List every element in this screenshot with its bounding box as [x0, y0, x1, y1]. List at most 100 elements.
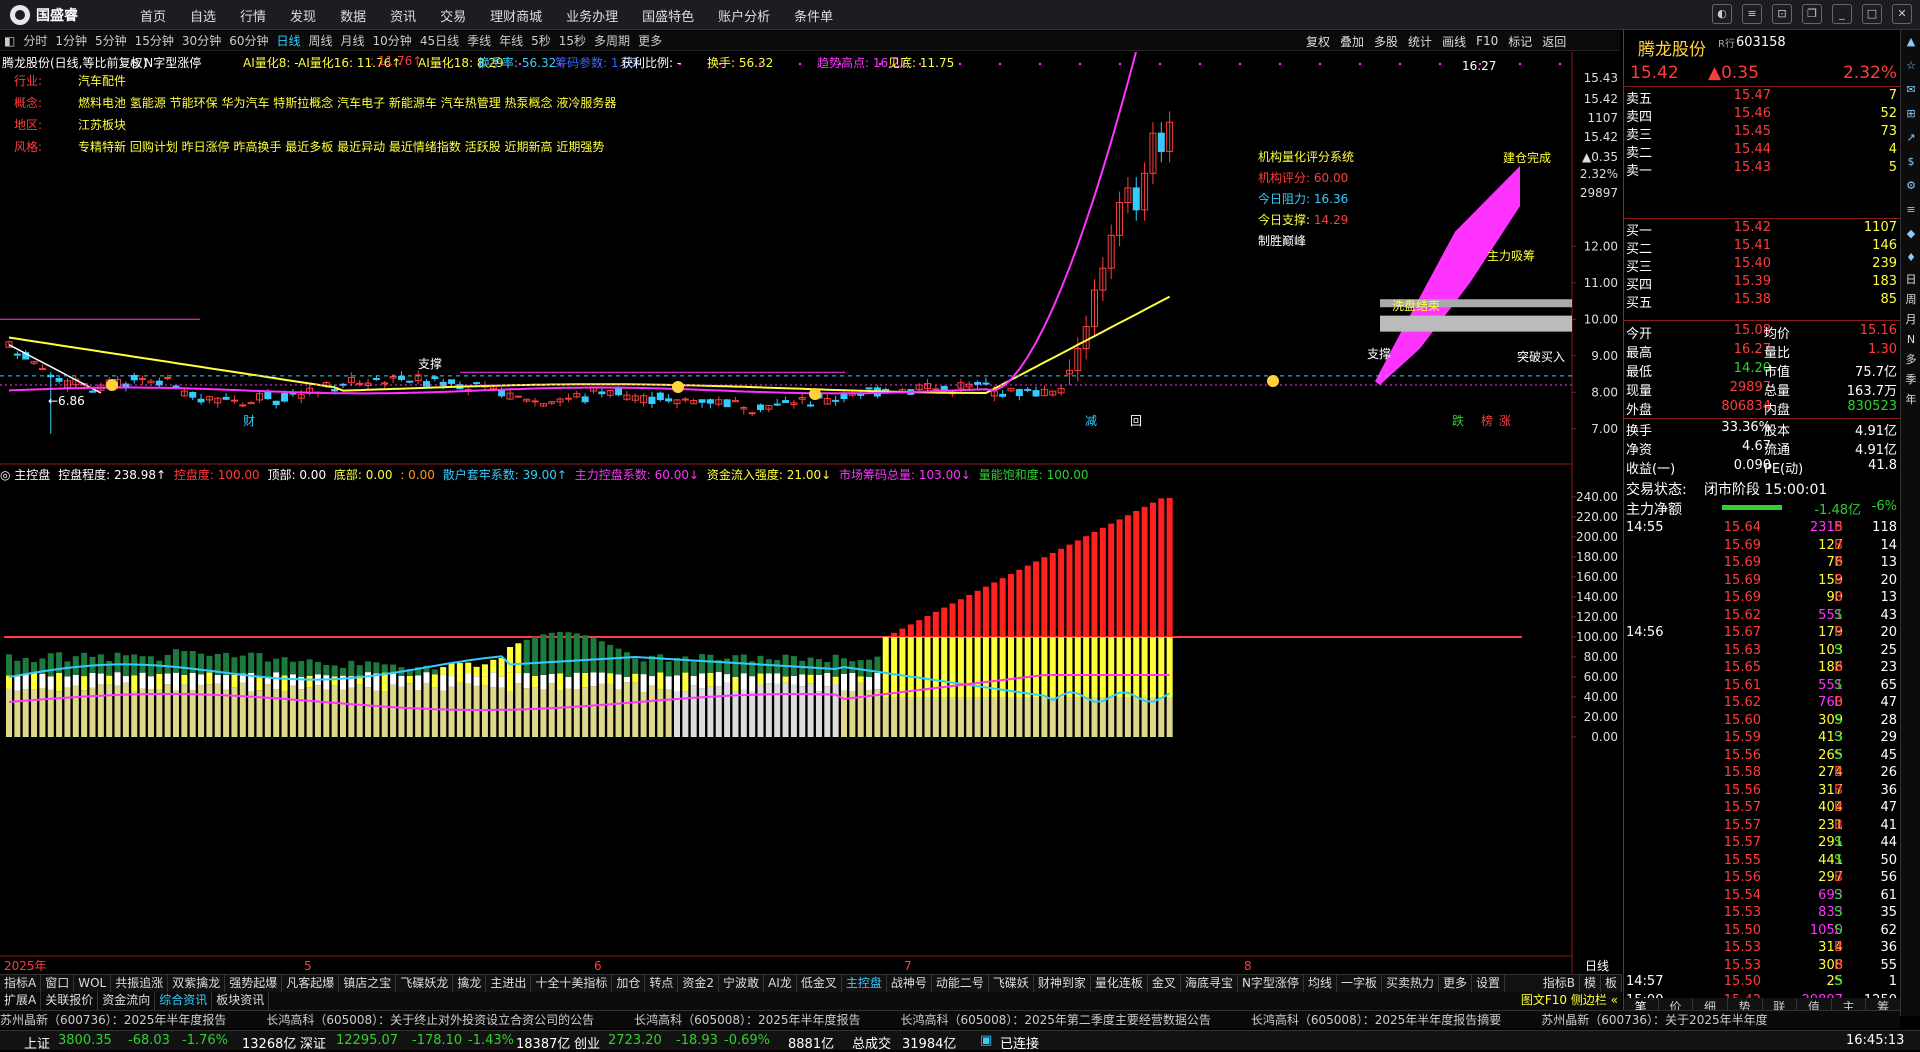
ind-tab-30[interactable]: 更多: [1439, 975, 1472, 992]
nav-item-11[interactable]: 条件单: [794, 6, 833, 25]
side-icon-3[interactable]: ⊞: [1901, 102, 1920, 126]
ind-tab-31[interactable]: 设置: [1472, 975, 1506, 992]
indicator-title[interactable]: ◎ 主控盘: [0, 468, 50, 482]
tool-3[interactable]: 统计: [1408, 33, 1432, 50]
ind-tab-5[interactable]: 强势起爆: [225, 975, 283, 992]
news-item-3[interactable]: 长鸿高科（605008）：2025年第二季度主要经营数据公告: [901, 1013, 1211, 1027]
period-11[interactable]: 季线: [467, 32, 491, 49]
ind-tab-right-1[interactable]: 模: [1580, 975, 1601, 992]
side-icon-7[interactable]: ≡: [1901, 198, 1920, 222]
period-12[interactable]: 年线: [499, 32, 523, 49]
ind-tab-16[interactable]: AI龙: [764, 975, 797, 992]
ind-tab-14[interactable]: 资金2: [678, 975, 720, 992]
side-icon-6[interactable]: ⚙: [1901, 174, 1920, 198]
period-7[interactable]: 周线: [309, 32, 333, 49]
period-3[interactable]: 15分钟: [135, 32, 174, 49]
ind-tab-26[interactable]: N字型涨停: [1238, 975, 1304, 992]
period-0[interactable]: 分时: [23, 32, 47, 49]
info-tab-3[interactable]: 综合资讯: [155, 992, 213, 1010]
period-5[interactable]: 60分钟: [229, 32, 268, 49]
info-tab-0[interactable]: 扩展A: [0, 992, 42, 1010]
nav-item-1[interactable]: 自选: [190, 6, 216, 25]
side-period-3[interactable]: N: [1901, 330, 1920, 350]
news-item-0[interactable]: 苏州晶新（600736）：2025年半年度报告: [0, 1013, 226, 1027]
ind-tab-4[interactable]: 双紫擒龙: [168, 975, 226, 992]
restore-icon[interactable]: ❐: [1802, 4, 1822, 24]
nav-item-9[interactable]: 国盛特色: [642, 6, 694, 25]
tool-4[interactable]: 画线: [1442, 33, 1466, 50]
ind-tab-23[interactable]: 量化连板: [1091, 975, 1148, 992]
period-2[interactable]: 5分钟: [95, 32, 127, 49]
period-15[interactable]: 多周期: [594, 32, 630, 49]
indicator-name[interactable]: ◎ N字型涨停: [130, 54, 201, 69]
close-icon[interactable]: ✕: [1892, 4, 1912, 24]
ind-tab-10[interactable]: 主进出: [486, 975, 532, 992]
side-period-6[interactable]: 年: [1901, 390, 1920, 410]
ind-tab-24[interactable]: 金叉: [1148, 975, 1181, 992]
info-tab-1[interactable]: 关联报价: [41, 992, 99, 1010]
news-item-2[interactable]: 长鸿高科（605008）：2025年半年度报告: [634, 1013, 860, 1027]
tool-0[interactable]: 复权: [1306, 33, 1330, 50]
ind-tab-18[interactable]: 主控盘: [842, 975, 887, 992]
news-item-4[interactable]: 长鸿高科（605008）：2025年半年度报告摘要: [1251, 1013, 1501, 1027]
nav-item-2[interactable]: 行情: [240, 6, 266, 25]
ind-tab-15[interactable]: 宁波敢: [719, 975, 765, 992]
chat-icon[interactable]: ◐: [1712, 4, 1732, 24]
nav-item-4[interactable]: 数据: [340, 6, 366, 25]
ind-tab-25[interactable]: 海底寻宝: [1181, 975, 1238, 992]
nav-item-7[interactable]: 理财商城: [490, 6, 542, 25]
ind-tab-17[interactable]: 低金叉: [797, 975, 842, 992]
side-period-0[interactable]: 日: [1901, 270, 1920, 290]
side-period-4[interactable]: 多: [1901, 350, 1920, 370]
ind-tab-12[interactable]: 加仓: [612, 975, 646, 992]
nav-item-3[interactable]: 发现: [290, 6, 316, 25]
panel-toggle-icon[interactable]: ◧: [4, 34, 15, 48]
nav-item-10[interactable]: 账户分析: [718, 6, 770, 25]
side-icon-8[interactable]: ◆: [1901, 222, 1920, 246]
tool-6[interactable]: 标记: [1508, 33, 1532, 50]
ind-tab-11[interactable]: 十全十美指标: [531, 975, 613, 992]
news-item-1[interactable]: 长鸿高科（605008）：关于终止对外投资设立合资公司的公告: [266, 1013, 594, 1027]
period-13[interactable]: 5秒: [531, 32, 551, 49]
tile-icon[interactable]: ⊡: [1772, 4, 1792, 24]
minimize-icon[interactable]: _: [1832, 4, 1852, 24]
side-icon-2[interactable]: ✉: [1901, 78, 1920, 102]
side-period-1[interactable]: 周: [1901, 290, 1920, 310]
tool-1[interactable]: 叠加: [1340, 33, 1364, 50]
app-logo[interactable]: 国盛睿: [10, 5, 78, 25]
ind-tab-2[interactable]: WOL: [74, 975, 112, 992]
sidebar-toggle[interactable]: 图文F10 侧边栏 «: [1517, 992, 1622, 1010]
ind-tab-21[interactable]: 飞碟妖: [989, 975, 1034, 992]
info-tab-2[interactable]: 资金流向: [98, 992, 156, 1010]
period-8[interactable]: 月线: [341, 32, 365, 49]
tool-5[interactable]: F10: [1476, 34, 1498, 48]
side-icon-1[interactable]: ☆: [1901, 54, 1920, 78]
ind-tab-19[interactable]: 战神号: [887, 975, 932, 992]
period-1[interactable]: 1分钟: [55, 32, 87, 49]
period-10[interactable]: 45日线: [420, 32, 459, 49]
side-icon-0[interactable]: ▲: [1901, 30, 1920, 54]
ind-tab-8[interactable]: 飞碟妖龙: [396, 975, 454, 992]
period-14[interactable]: 15秒: [559, 32, 586, 49]
ind-tab-28[interactable]: 一字板: [1337, 975, 1382, 992]
nav-item-8[interactable]: 业务办理: [566, 6, 618, 25]
ind-tab-1[interactable]: 窗口: [41, 975, 75, 992]
side-icon-5[interactable]: $: [1901, 150, 1920, 174]
ind-tab-9[interactable]: 擒龙: [453, 975, 487, 992]
period-6[interactable]: 日线: [276, 32, 300, 49]
maximize-icon[interactable]: □: [1862, 4, 1882, 24]
side-icon-9[interactable]: ♦: [1901, 246, 1920, 270]
tool-7[interactable]: 返回: [1542, 33, 1566, 50]
ind-tab-29[interactable]: 买卖热力: [1382, 975, 1439, 992]
side-period-5[interactable]: 季: [1901, 370, 1920, 390]
news-item-5[interactable]: 苏州晶新（600736）：关于2025年半年度: [1541, 1013, 1767, 1027]
info-tab-4[interactable]: 板块资讯: [212, 992, 270, 1010]
period-4[interactable]: 30分钟: [182, 32, 221, 49]
ind-tab-6[interactable]: 凡客起爆: [282, 975, 340, 992]
tool-2[interactable]: 多股: [1374, 33, 1398, 50]
period-9[interactable]: 10分钟: [373, 32, 412, 49]
ind-tab-27[interactable]: 均线: [1304, 975, 1337, 992]
menu-icon[interactable]: ≡: [1742, 4, 1762, 24]
ind-tab-20[interactable]: 动能二号: [932, 975, 989, 992]
side-period-2[interactable]: 月: [1901, 310, 1920, 330]
